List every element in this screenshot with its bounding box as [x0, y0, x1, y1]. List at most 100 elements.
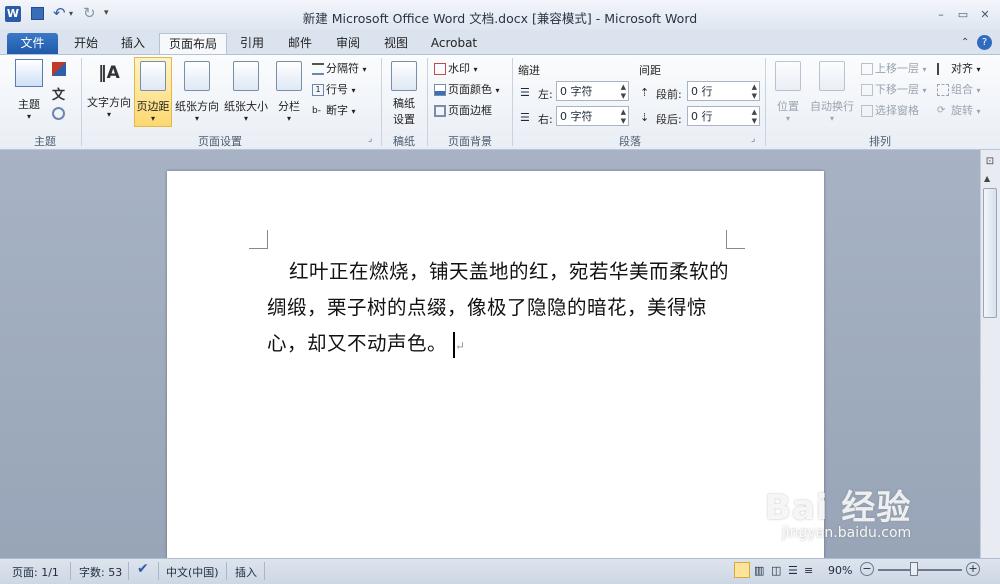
zoom-slider-track[interactable] [878, 569, 962, 571]
proofing-icon[interactable]: ✔ [137, 561, 149, 577]
spin-down-icon[interactable]: ▼ [752, 92, 757, 101]
zoom-in-icon[interactable]: + [966, 562, 980, 576]
status-insert-mode[interactable]: 插入 [235, 564, 257, 580]
position-button[interactable]: 位置 ▾ [772, 59, 804, 123]
spacing-before-input[interactable]: 0 行 ▲ ▼ [687, 81, 760, 101]
status-divider [128, 562, 129, 580]
tab-references[interactable]: 引用 [232, 33, 272, 54]
spin-up-icon[interactable]: ▲ [752, 83, 757, 92]
manuscript-label-1: 稿纸 [393, 97, 415, 110]
zoom-level[interactable]: 90% [828, 564, 852, 577]
bring-forward-button[interactable]: 上移一层 ▾ [861, 60, 927, 76]
indent-left-input[interactable]: 0 字符 ▲ ▼ [556, 81, 629, 101]
page-border-button[interactable]: 页面边框 [434, 102, 492, 118]
theme-label: 主题 [18, 98, 40, 111]
minimize-button[interactable]: – [930, 6, 952, 24]
help-icon[interactable]: ? [977, 35, 992, 50]
manuscript-setup-button[interactable]: 稿纸 设置 [386, 59, 422, 127]
group-divider [427, 58, 428, 146]
tab-acrobat[interactable]: Acrobat [426, 33, 482, 54]
watermark-button[interactable]: 水印 ▾ [434, 60, 478, 76]
spin-up-icon[interactable]: ▲ [621, 83, 626, 92]
send-backward-button[interactable]: 下移一层 ▾ [861, 81, 927, 97]
orientation-button[interactable]: 纸张方向 ▾ [174, 59, 220, 123]
spin-down-icon[interactable]: ▼ [621, 92, 626, 101]
tab-page-layout[interactable]: 页面布局 [159, 33, 227, 56]
margins-button[interactable]: 页边距 ▾ [134, 57, 172, 127]
zoom-out-icon[interactable]: − [860, 562, 874, 576]
orientation-icon [184, 61, 210, 91]
restore-button[interactable]: ▭ [952, 6, 974, 24]
hyphenation-button[interactable]: b- 断字 ▾ [312, 102, 356, 118]
theme-fonts-icon[interactable]: 文 [52, 84, 65, 103]
size-label: 纸张大小 [224, 100, 268, 113]
indent-right-input[interactable]: 0 字符 ▲ ▼ [556, 106, 629, 126]
group-label-manuscript: 稿纸 [393, 135, 415, 148]
spacing-after-label: 段后: [656, 113, 682, 126]
indent-right-label: 右: [538, 113, 553, 126]
rotate-button[interactable]: ⟳ 旋转 ▾ [937, 102, 981, 118]
spin-down-icon[interactable]: ▼ [752, 117, 757, 126]
tab-review[interactable]: 审阅 [328, 33, 368, 54]
close-button[interactable]: ✕ [974, 6, 996, 24]
hyphenation-dropdown-icon: ▾ [351, 107, 356, 116]
columns-button[interactable]: 分栏 ▾ [273, 59, 305, 123]
print-layout-view-icon[interactable] [734, 562, 750, 578]
minimize-ribbon-icon[interactable]: ⌃ [961, 37, 969, 48]
status-divider [264, 562, 265, 580]
orientation-label: 纸张方向 [175, 100, 219, 113]
line-numbers-button[interactable]: 1 行号 ▾ [312, 81, 356, 97]
spacing-after-value: 0 行 [691, 110, 713, 123]
text-direction-button[interactable]: ‖A 文字方向 ▾ [86, 59, 132, 119]
align-dropdown-icon: ▾ [976, 65, 981, 74]
web-layout-view-icon[interactable]: ◫ [771, 564, 781, 577]
selection-pane-button[interactable]: 选择窗格 [861, 102, 919, 118]
draft-view-icon[interactable]: ≡ [804, 564, 813, 577]
bring-forward-label: 上移一层 [875, 62, 919, 75]
align-button[interactable]: 对齐 ▾ [937, 60, 981, 76]
ruler-toggle-icon[interactable]: ⊡ [983, 156, 997, 170]
size-button[interactable]: 纸张大小 ▾ [222, 59, 270, 123]
full-screen-view-icon[interactable]: ▥ [754, 564, 764, 577]
manuscript-icon [391, 61, 417, 91]
tab-home[interactable]: 开始 [66, 33, 106, 54]
zoom-slider-thumb[interactable] [910, 562, 918, 576]
hyphenation-label: 断字 [326, 104, 348, 117]
spacing-after-input[interactable]: 0 行 ▲ ▼ [687, 106, 760, 126]
text-direction-dropdown-icon: ▾ [106, 110, 111, 119]
page-setup-launcher-icon[interactable]: ⌟ [368, 134, 372, 144]
columns-dropdown-icon: ▾ [286, 114, 291, 123]
watermark-icon [434, 63, 446, 75]
page-border-label: 页面边框 [448, 104, 492, 117]
scroll-up-icon[interactable]: ▲ [984, 174, 990, 183]
line-numbers-icon: 1 [312, 84, 324, 96]
status-word-count[interactable]: 字数: 53 [79, 564, 122, 580]
status-language[interactable]: 中文(中国) [166, 564, 219, 580]
spin-up-icon[interactable]: ▲ [621, 108, 626, 117]
margins-label: 页边距 [136, 100, 170, 113]
spin-up-icon[interactable]: ▲ [752, 108, 757, 117]
theme-effects-icon[interactable] [52, 107, 65, 120]
spin-down-icon[interactable]: ▼ [621, 117, 626, 126]
theme-colors-icon[interactable] [52, 62, 66, 76]
breaks-icon [312, 63, 324, 75]
paragraph-launcher-icon[interactable]: ⌟ [751, 134, 755, 144]
tab-mailings[interactable]: 邮件 [280, 33, 320, 54]
spacing-after-icon: ⇣ [640, 111, 650, 124]
group-button[interactable]: 组合 ▾ [937, 81, 981, 97]
paper-size-icon [233, 61, 259, 91]
status-page[interactable]: 页面: 1/1 [12, 564, 59, 580]
breaks-button[interactable]: 分隔符 ▾ [312, 60, 367, 76]
page-color-button[interactable]: 页面颜色 ▾ [434, 81, 500, 97]
scrollbar-thumb[interactable] [983, 188, 997, 318]
wrap-text-button[interactable]: 自动换行 ▾ [808, 59, 856, 123]
group-label-paragraph: 段落 [619, 135, 641, 148]
theme-button[interactable]: 主题 ▾ [12, 59, 46, 121]
tab-file[interactable]: 文件 [7, 33, 58, 54]
tab-view[interactable]: 视图 [376, 33, 416, 54]
tab-insert[interactable]: 插入 [113, 33, 153, 54]
columns-icon [276, 61, 302, 91]
outline-view-icon[interactable]: ☰ [788, 564, 798, 577]
document-body-text[interactable]: 红叶正在燃烧，铺天盖地的红，宛若华美而柔软的绸缎，栗子树的点缀，像极了隐隐的暗花… [267, 254, 729, 364]
paragraph-mark-icon: ↵ [455, 339, 466, 353]
